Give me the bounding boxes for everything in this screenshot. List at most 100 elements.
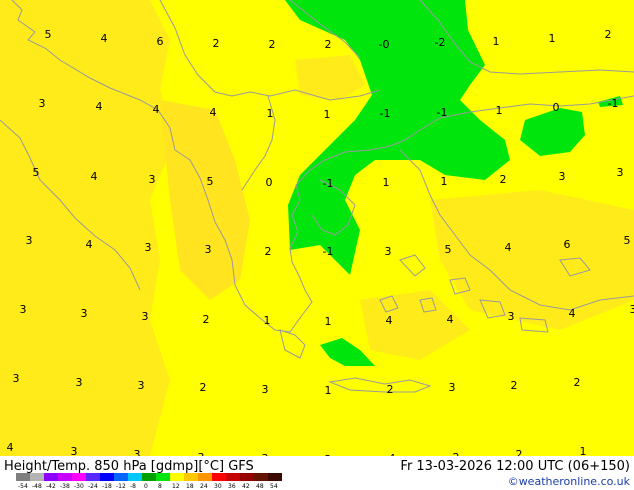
temp-label: 3 [617,166,624,179]
temp-label: 4 [86,238,93,251]
temp-label: 2 [269,38,276,51]
temp-label: 2 [500,173,507,186]
legend-swatch [72,473,86,481]
legend-swatch [184,473,198,481]
temp-label: 2 [200,381,207,394]
temp-label: 2 [325,38,332,51]
temp-label: 2 [516,448,523,456]
temp-label: 1 [264,314,271,327]
legend-swatch [254,473,268,481]
temp-label: 3 [13,372,20,385]
credit-link[interactable]: ©weatheronline.co.uk [508,475,630,488]
temp-label: 6 [564,238,571,251]
temp-label: 1 [325,384,332,397]
temp-label: 5 [207,175,214,188]
legend-swatch [240,473,254,481]
color-scale-legend: -54 -48 -42 -38 -30 -24 -18 -12 -8 0 8 12 18 24 30 36 42… [16,473,282,489]
map-canvas: 5 4 6 2 2 2 -0 -2 1 1 2 3 4 4 4 1 1 -1 -… [0,0,634,456]
temp-label: 1 [441,175,448,188]
temp-label: -1 [437,106,448,119]
legend-swatch [128,473,142,481]
legend-swatch [226,473,240,481]
temp-label: 3 [145,241,152,254]
temp-label: 1 [267,107,274,120]
temp-label: 1 [549,32,556,45]
map-title: Height/Temp. 850 hPa [gdmp][°C] GFS [4,459,254,474]
temp-label: -1 [608,97,619,110]
temp-label: 4 [447,313,454,326]
legend-swatch [156,473,170,481]
legend-tick-label: 18 [186,483,194,489]
temp-label: 1 [325,315,332,328]
legend-swatch [114,473,128,481]
temp-label: 2 [213,37,220,50]
temp-label: 4 [505,241,512,254]
legend-tick-label: 30 [214,483,222,489]
temp-label: 2 [203,313,210,326]
legend-swatch [100,473,114,481]
temp-label: 3 [26,234,33,247]
temp-label: 3 [142,310,149,323]
temp-label: 4 [96,100,103,113]
legend-tick-label: -18 [102,483,112,489]
legend-tick-label: 36 [228,483,236,489]
temp-label: 2 [265,245,272,258]
temp-label: 1 [496,104,503,117]
temp-label: 4 [569,307,576,320]
temp-label: 6 [157,35,164,48]
temp-label: 1 [383,176,390,189]
temp-label: -2 [435,36,446,49]
legend-tick-label: -42 [46,483,56,489]
temp-label: -1 [380,107,391,120]
temp-label: 3 [559,170,566,183]
temp-label: 3 [262,383,269,396]
temp-label: 0 [266,176,273,189]
legend-tick-label: 12 [172,483,180,489]
temp-label: 5 [33,166,40,179]
temp-label: 2 [574,376,581,389]
temp-label: 3 [508,310,515,323]
temp-label: 2 [511,379,518,392]
legend-swatch [30,473,44,481]
temp-label: 5 [624,234,631,247]
legend-tick-label: 48 [256,483,264,489]
temp-label: 2 [387,383,394,396]
legend-swatch [142,473,156,481]
temp-label: 3 [20,303,27,316]
temp-label: -0 [379,38,390,51]
temp-label: -1 [323,245,334,258]
legend-tick-label: -48 [32,483,42,489]
temp-label: 3 [449,381,456,394]
temp-label: 3 [205,243,212,256]
temp-label: 4 [210,106,217,119]
legend-swatch [44,473,58,481]
temp-label: 3 [134,448,141,456]
temp-label: 3 [39,97,46,110]
temp-label: 4 [386,314,393,327]
legend-tick-label: 54 [270,483,278,489]
temp-label: 3 [138,379,145,392]
weather-map: 5 4 6 2 2 2 -0 -2 1 1 2 3 4 4 4 1 1 -1 -… [0,0,634,456]
legend-tick-label: -8 [130,483,136,489]
temp-label: 3 [71,445,78,456]
temp-label: 4 [91,170,98,183]
map-footer: Height/Temp. 850 hPa [gdmp][°C] GFS Fr 1… [0,456,634,490]
legend-tick-label: 24 [200,483,208,489]
temp-label: 1 [580,445,587,456]
temp-label: 1 [493,35,500,48]
legend-swatch [58,473,72,481]
legend-swatch [212,473,226,481]
temp-label: 3 [81,307,88,320]
temp-label: 0 [553,101,560,114]
temp-label: 4 [153,103,160,116]
legend-swatch [86,473,100,481]
color-scale-swatches [16,473,282,481]
legend-tick-label: -54 [18,483,28,489]
temp-label: 1 [324,108,331,121]
forecast-datetime: Fr 13-03-2026 12:00 UTC (06+150) [400,459,630,474]
warm-zone-west [0,0,175,456]
color-scale-ticks: -54 -48 -42 -38 -30 -24 -18 -12 -8 0 8 12 18 24 30 36 42… [18,483,278,489]
temp-label: 5 [445,243,452,256]
temp-label: 3 [149,173,156,186]
legend-tick-label: 8 [158,483,162,489]
